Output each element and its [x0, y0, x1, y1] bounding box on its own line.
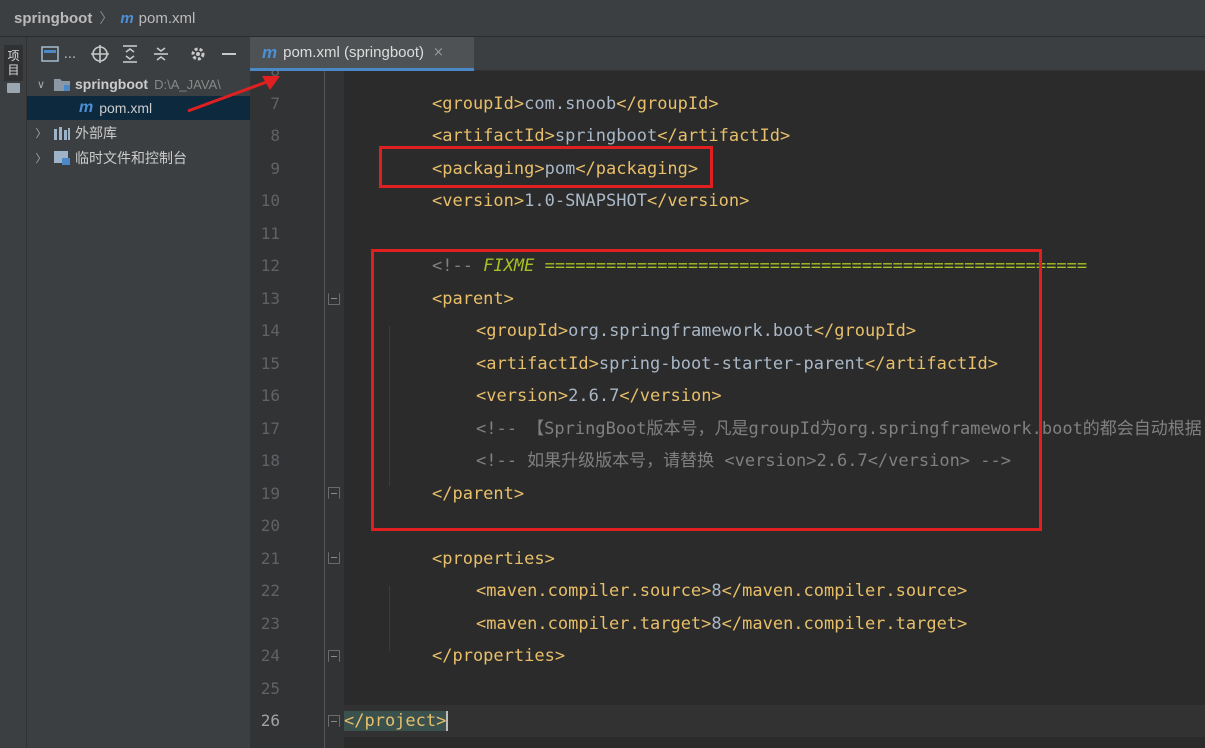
library-icon — [54, 127, 70, 140]
folder-icon — [7, 83, 20, 93]
scratches-icon — [54, 151, 70, 165]
line-number: 18 — [260, 451, 280, 470]
fold-marker-icon[interactable] — [328, 715, 340, 727]
line-number: 10 — [260, 191, 280, 210]
line-number: 11 — [260, 223, 280, 243]
project-panel-toolbar: ... — [27, 37, 250, 71]
line-number: 9 — [270, 158, 280, 178]
panel-layout-icon[interactable] — [41, 44, 60, 64]
code-line[interactable]: <maven.compiler.source>8</maven.compiler… — [344, 575, 967, 607]
line-number: 25 — [260, 678, 280, 698]
left-tool-strip: 项目 — [0, 37, 27, 748]
minimize-icon[interactable] — [219, 44, 238, 64]
line-number: 8 — [270, 126, 280, 145]
tree-item-scratches[interactable]: 〉 临时文件和控制台 — [27, 146, 250, 170]
line-number: 13 — [260, 288, 280, 308]
line-number: 15 — [260, 353, 280, 373]
maven-file-icon: m — [79, 99, 94, 116]
packaging-highlight-box — [379, 146, 713, 188]
chevron-right-icon[interactable]: 〉 — [35, 150, 47, 166]
fold-marker-icon[interactable] — [328, 650, 340, 662]
expand-all-icon[interactable] — [121, 44, 140, 64]
panel-title-dots[interactable]: ... — [64, 47, 76, 62]
line-number: 23 — [260, 613, 280, 633]
breadcrumb-separator: 〉 — [99, 11, 114, 27]
tab-pom-xml[interactable]: m pom.xml (springboot) × — [250, 37, 474, 71]
parent-highlight-box — [371, 249, 1042, 531]
close-icon[interactable]: × — [433, 45, 444, 60]
annotation-arrow-icon — [187, 76, 280, 113]
code-line[interactable]: <version>1.0-SNAPSHOT</version> — [344, 185, 749, 217]
editor-tab-bar: m pom.xml (springboot) × — [250, 37, 1205, 71]
code-line[interactable] — [344, 71, 388, 87]
tree-item-label: springboot — [75, 76, 149, 92]
line-number: 22 — [260, 581, 280, 600]
fold-marker-icon[interactable] — [328, 552, 340, 564]
breadcrumb-file[interactable]: pom.xml — [139, 10, 196, 27]
code-line[interactable]: <properties> — [344, 543, 555, 575]
line-number: 26 — [260, 711, 280, 730]
fold-marker-icon[interactable] — [328, 487, 340, 499]
locate-icon[interactable] — [90, 44, 109, 64]
line-number: 12 — [260, 256, 280, 275]
maven-file-icon: m — [262, 42, 278, 62]
project-tool-window-button[interactable]: 项目 — [4, 45, 23, 81]
line-number: 20 — [260, 516, 280, 535]
chevron-right-icon[interactable]: 〉 — [35, 125, 47, 141]
line-number: 19 — [260, 483, 280, 503]
tree-item-label: 临时文件和控制台 — [75, 150, 187, 166]
code-line[interactable]: </project> — [344, 705, 1205, 737]
line-number: 21 — [260, 548, 280, 568]
breadcrumb-project[interactable]: springboot — [14, 10, 92, 27]
tree-item-external-libraries[interactable]: 〉 外部库 — [27, 121, 250, 145]
line-number: 24 — [260, 646, 280, 665]
code-line[interactable] — [344, 218, 388, 250]
code-line[interactable] — [344, 673, 388, 705]
collapse-all-icon[interactable] — [152, 44, 171, 64]
line-number: 16 — [260, 386, 280, 405]
module-folder-icon — [54, 79, 70, 91]
gear-icon[interactable] — [188, 44, 207, 64]
tab-label: pom.xml (springboot) — [283, 44, 425, 61]
maven-file-icon: m — [120, 9, 134, 27]
navigation-bar: springboot 〉 m pom.xml — [0, 0, 1205, 37]
tree-item-label: pom.xml — [99, 100, 153, 116]
code-line[interactable]: <groupId>com.snoob</groupId> — [344, 88, 719, 120]
code-line[interactable]: <maven.compiler.target>8</maven.compiler… — [344, 608, 967, 640]
gutter-separator — [324, 71, 325, 748]
code-line[interactable]: </properties> — [344, 640, 565, 672]
chevron-down-icon[interactable]: ∨ — [35, 78, 47, 91]
line-number: 14 — [260, 321, 280, 340]
line-number: 17 — [260, 418, 280, 438]
project-panel: ... ∨ springboot D:\A_JAVA\ m pom.xml 〉 … — [27, 37, 250, 748]
fold-marker-icon[interactable] — [328, 293, 340, 305]
tree-item-label: 外部库 — [75, 125, 117, 141]
